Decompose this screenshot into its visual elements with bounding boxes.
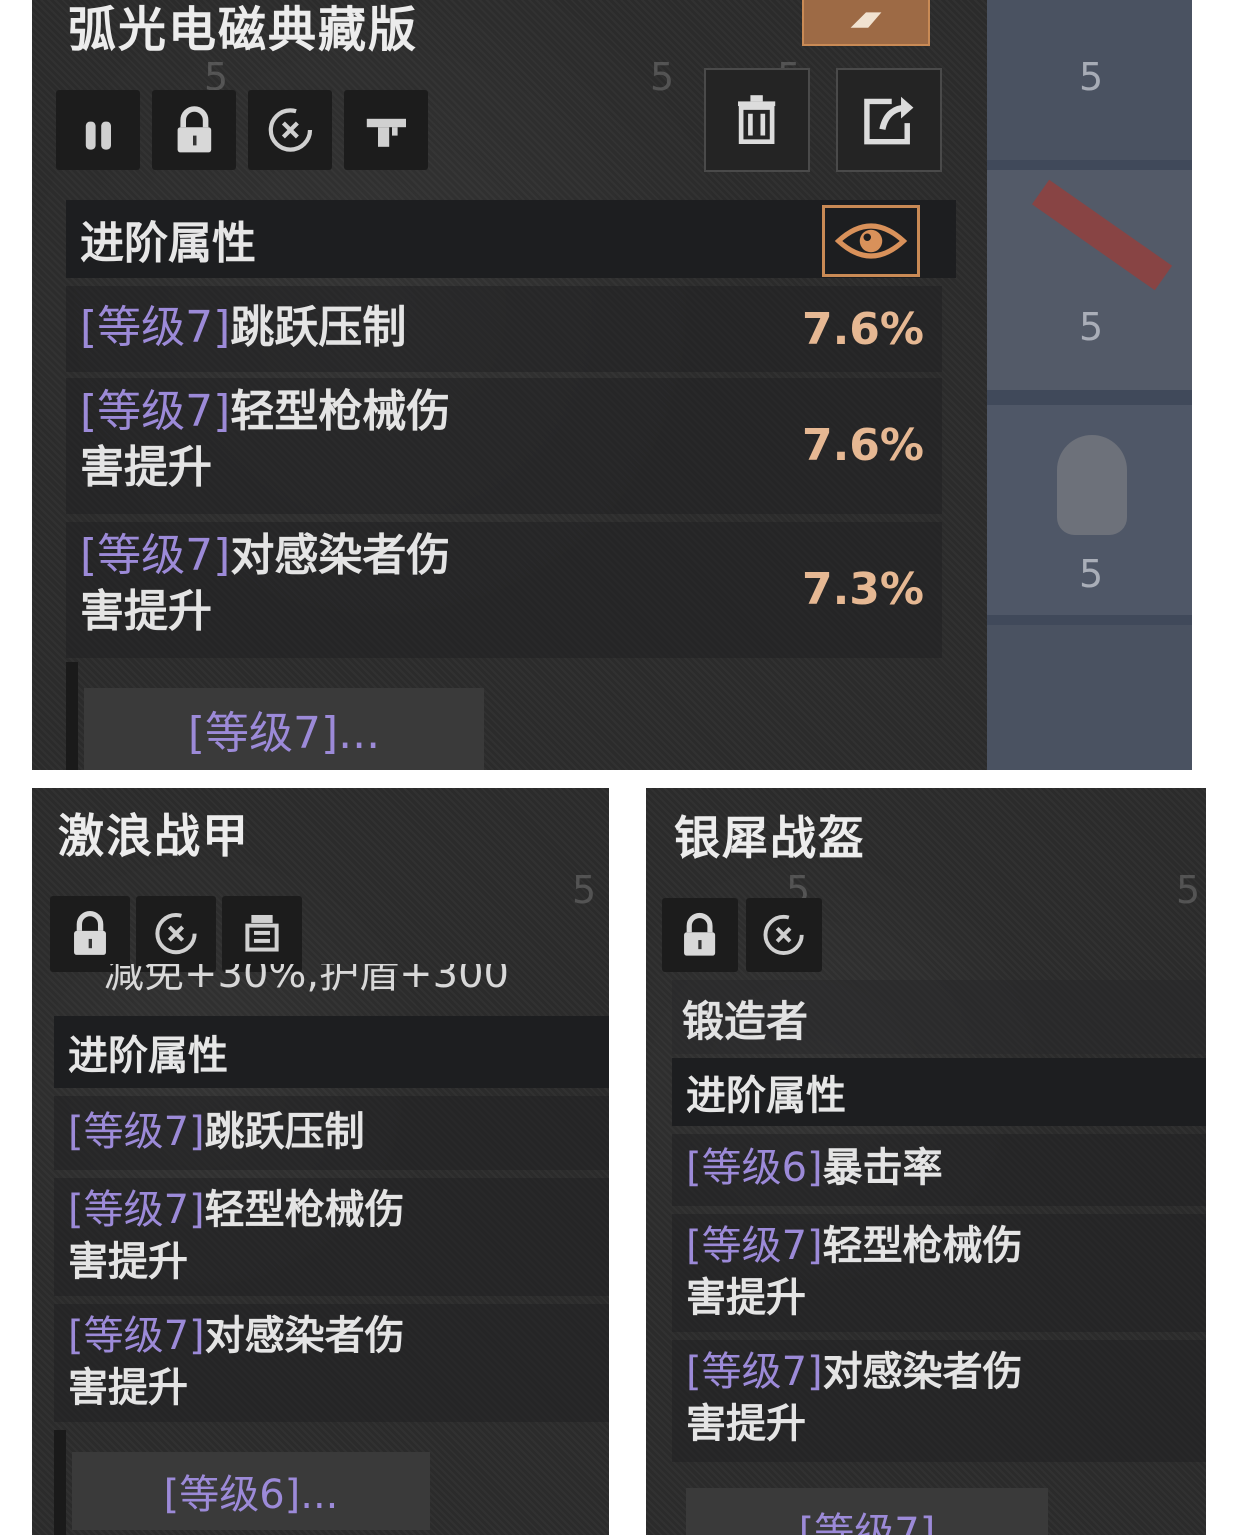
lock-icon-box[interactable] [662, 898, 738, 972]
attribute-row: [等级7]对感染者伤 害提升 [54, 1304, 609, 1422]
attribute-name: 暴击率 [822, 1145, 943, 1191]
attribute-level: [等级7] [68, 1313, 205, 1359]
armor-icon-box [222, 896, 302, 972]
attribute-row: [等级7]对感染者伤 害提升 [672, 1340, 1206, 1462]
helmet-thumbnail [1057, 435, 1127, 535]
ammo-icon-box [56, 90, 140, 170]
attribute-level: [等级7] [686, 1223, 823, 1269]
unequip-icon [763, 914, 805, 956]
attribute-row: [等级7]对感染者伤 害提升 7.3% [66, 522, 942, 658]
equip-badge[interactable] [802, 0, 930, 46]
attribute-name: 跳跃压制 [230, 302, 407, 353]
item-title: 银犀战盔 [674, 811, 866, 865]
inventory-strip: 5 5 5 [987, 0, 1192, 770]
attribute-level: [等级7] [80, 302, 231, 353]
attribute-row: [等级7]跳跃压制 7.6% [66, 286, 942, 372]
attribute-level: [等级7] [68, 1109, 205, 1155]
unequip-icon-box[interactable] [136, 896, 216, 972]
bg-count: 5 [1176, 868, 1201, 912]
delete-button[interactable] [704, 68, 810, 172]
weapon-detail-panel: 5 5 5 5 5 5 弧光电磁典藏版 [32, 0, 1192, 770]
slot-count: 5 [1079, 305, 1104, 349]
more-attributes-button[interactable]: [等级7]... [84, 688, 484, 770]
lock-icon [177, 106, 211, 153]
lock-icon-box[interactable] [152, 90, 236, 170]
share-button[interactable] [836, 68, 942, 172]
trash-icon [738, 95, 776, 145]
lock-icon-box[interactable] [50, 896, 130, 972]
section-header: 进阶属性 [54, 1016, 609, 1088]
attribute-name: 对感染者伤 [204, 1313, 405, 1359]
attribute-row: [等级7]跳跃压制 [54, 1096, 609, 1170]
forger-row: 锻造者 [672, 980, 1206, 1054]
attribute-level: [等级6] [686, 1145, 823, 1191]
attribute-name-cont: 害提升 [68, 1239, 188, 1285]
attribute-name: 对感染者伤 [822, 1349, 1023, 1395]
section-label: 进阶属性 [686, 1073, 846, 1119]
attribute-row: [等级7]轻型枪械伤 害提升 [54, 1178, 609, 1296]
ammo-icon [85, 121, 111, 150]
set-bonus-text: 减免+30%,护盾+300 [104, 964, 509, 997]
attribute-row: [等级7]轻型枪械伤 害提升 [672, 1214, 1206, 1332]
more-attributes-button[interactable]: [等级7] [686, 1488, 1048, 1535]
more-label: [等级7] [798, 1510, 936, 1535]
item-title: 弧光电磁典藏版 [68, 2, 419, 58]
unequip-icon [268, 108, 312, 152]
unequip-icon [155, 913, 197, 955]
lock-icon [74, 911, 106, 956]
inventory-slot[interactable] [987, 625, 1192, 770]
slot-count: 5 [1079, 552, 1104, 596]
bg-count: 5 [650, 55, 675, 99]
attribute-name-cont: 害提升 [80, 442, 212, 493]
armor-icon [245, 915, 279, 952]
attribute-name-cont: 害提升 [68, 1365, 188, 1411]
scroll-indicator[interactable] [54, 1430, 66, 1535]
attribute-level: [等级7] [80, 386, 231, 437]
armor-detail-panel: 5 激浪战甲 减免+30%,护盾+300 进阶属性 [等级7]跳跃压制 [等级7… [32, 788, 609, 1535]
section-header: 进阶属性 [672, 1058, 1206, 1126]
more-attributes-button[interactable]: [等级6]... [72, 1452, 430, 1530]
bg-count: 5 [572, 868, 597, 912]
attribute-name: 轻型枪械伤 [230, 386, 451, 437]
attribute-row: [等级7]轻型枪械伤 害提升 7.6% [66, 378, 942, 514]
inventory-slot[interactable] [987, 170, 1192, 390]
scroll-indicator[interactable] [66, 662, 78, 770]
attribute-level: [等级7] [686, 1349, 823, 1395]
attribute-name: 跳跃压制 [204, 1109, 365, 1155]
attribute-value: 7.6% [801, 304, 924, 355]
attribute-name-cont: 害提升 [686, 1401, 806, 1447]
attribute-name: 轻型枪械伤 [822, 1223, 1023, 1269]
item-title: 激浪战甲 [58, 809, 250, 863]
attribute-level: [等级7] [68, 1187, 205, 1233]
eye-icon [834, 223, 908, 259]
preview-toggle[interactable] [822, 205, 920, 277]
attribute-name: 对感染者伤 [230, 530, 451, 581]
section-label: 进阶属性 [68, 1033, 228, 1079]
lock-icon [684, 913, 716, 956]
unequip-icon-box[interactable] [746, 898, 822, 972]
weapon-thumbnail [1031, 179, 1173, 291]
attribute-name-cont: 害提升 [686, 1275, 806, 1321]
gun-icon [366, 118, 406, 147]
attribute-value: 7.6% [801, 420, 924, 471]
attribute-name: 轻型枪械伤 [204, 1187, 405, 1233]
slot-count: 5 [1079, 55, 1104, 99]
attribute-name-cont: 害提升 [80, 586, 212, 637]
gun-icon-box [344, 90, 428, 170]
section-label: 进阶属性 [80, 218, 256, 269]
attribute-level: [等级7] [80, 530, 231, 581]
forger-label: 锻造者 [682, 997, 809, 1046]
attribute-value: 7.3% [801, 564, 924, 615]
share-icon [864, 96, 914, 145]
cube-icon [850, 12, 882, 28]
helmet-detail-panel: 5 5 银犀战盔 锻造者 进阶属性 [等级6]暴击率 [等级7]轻型枪械伤 害提… [646, 788, 1206, 1535]
attribute-row: [等级6]暴击率 [672, 1134, 1206, 1206]
unequip-icon-box[interactable] [248, 90, 332, 170]
